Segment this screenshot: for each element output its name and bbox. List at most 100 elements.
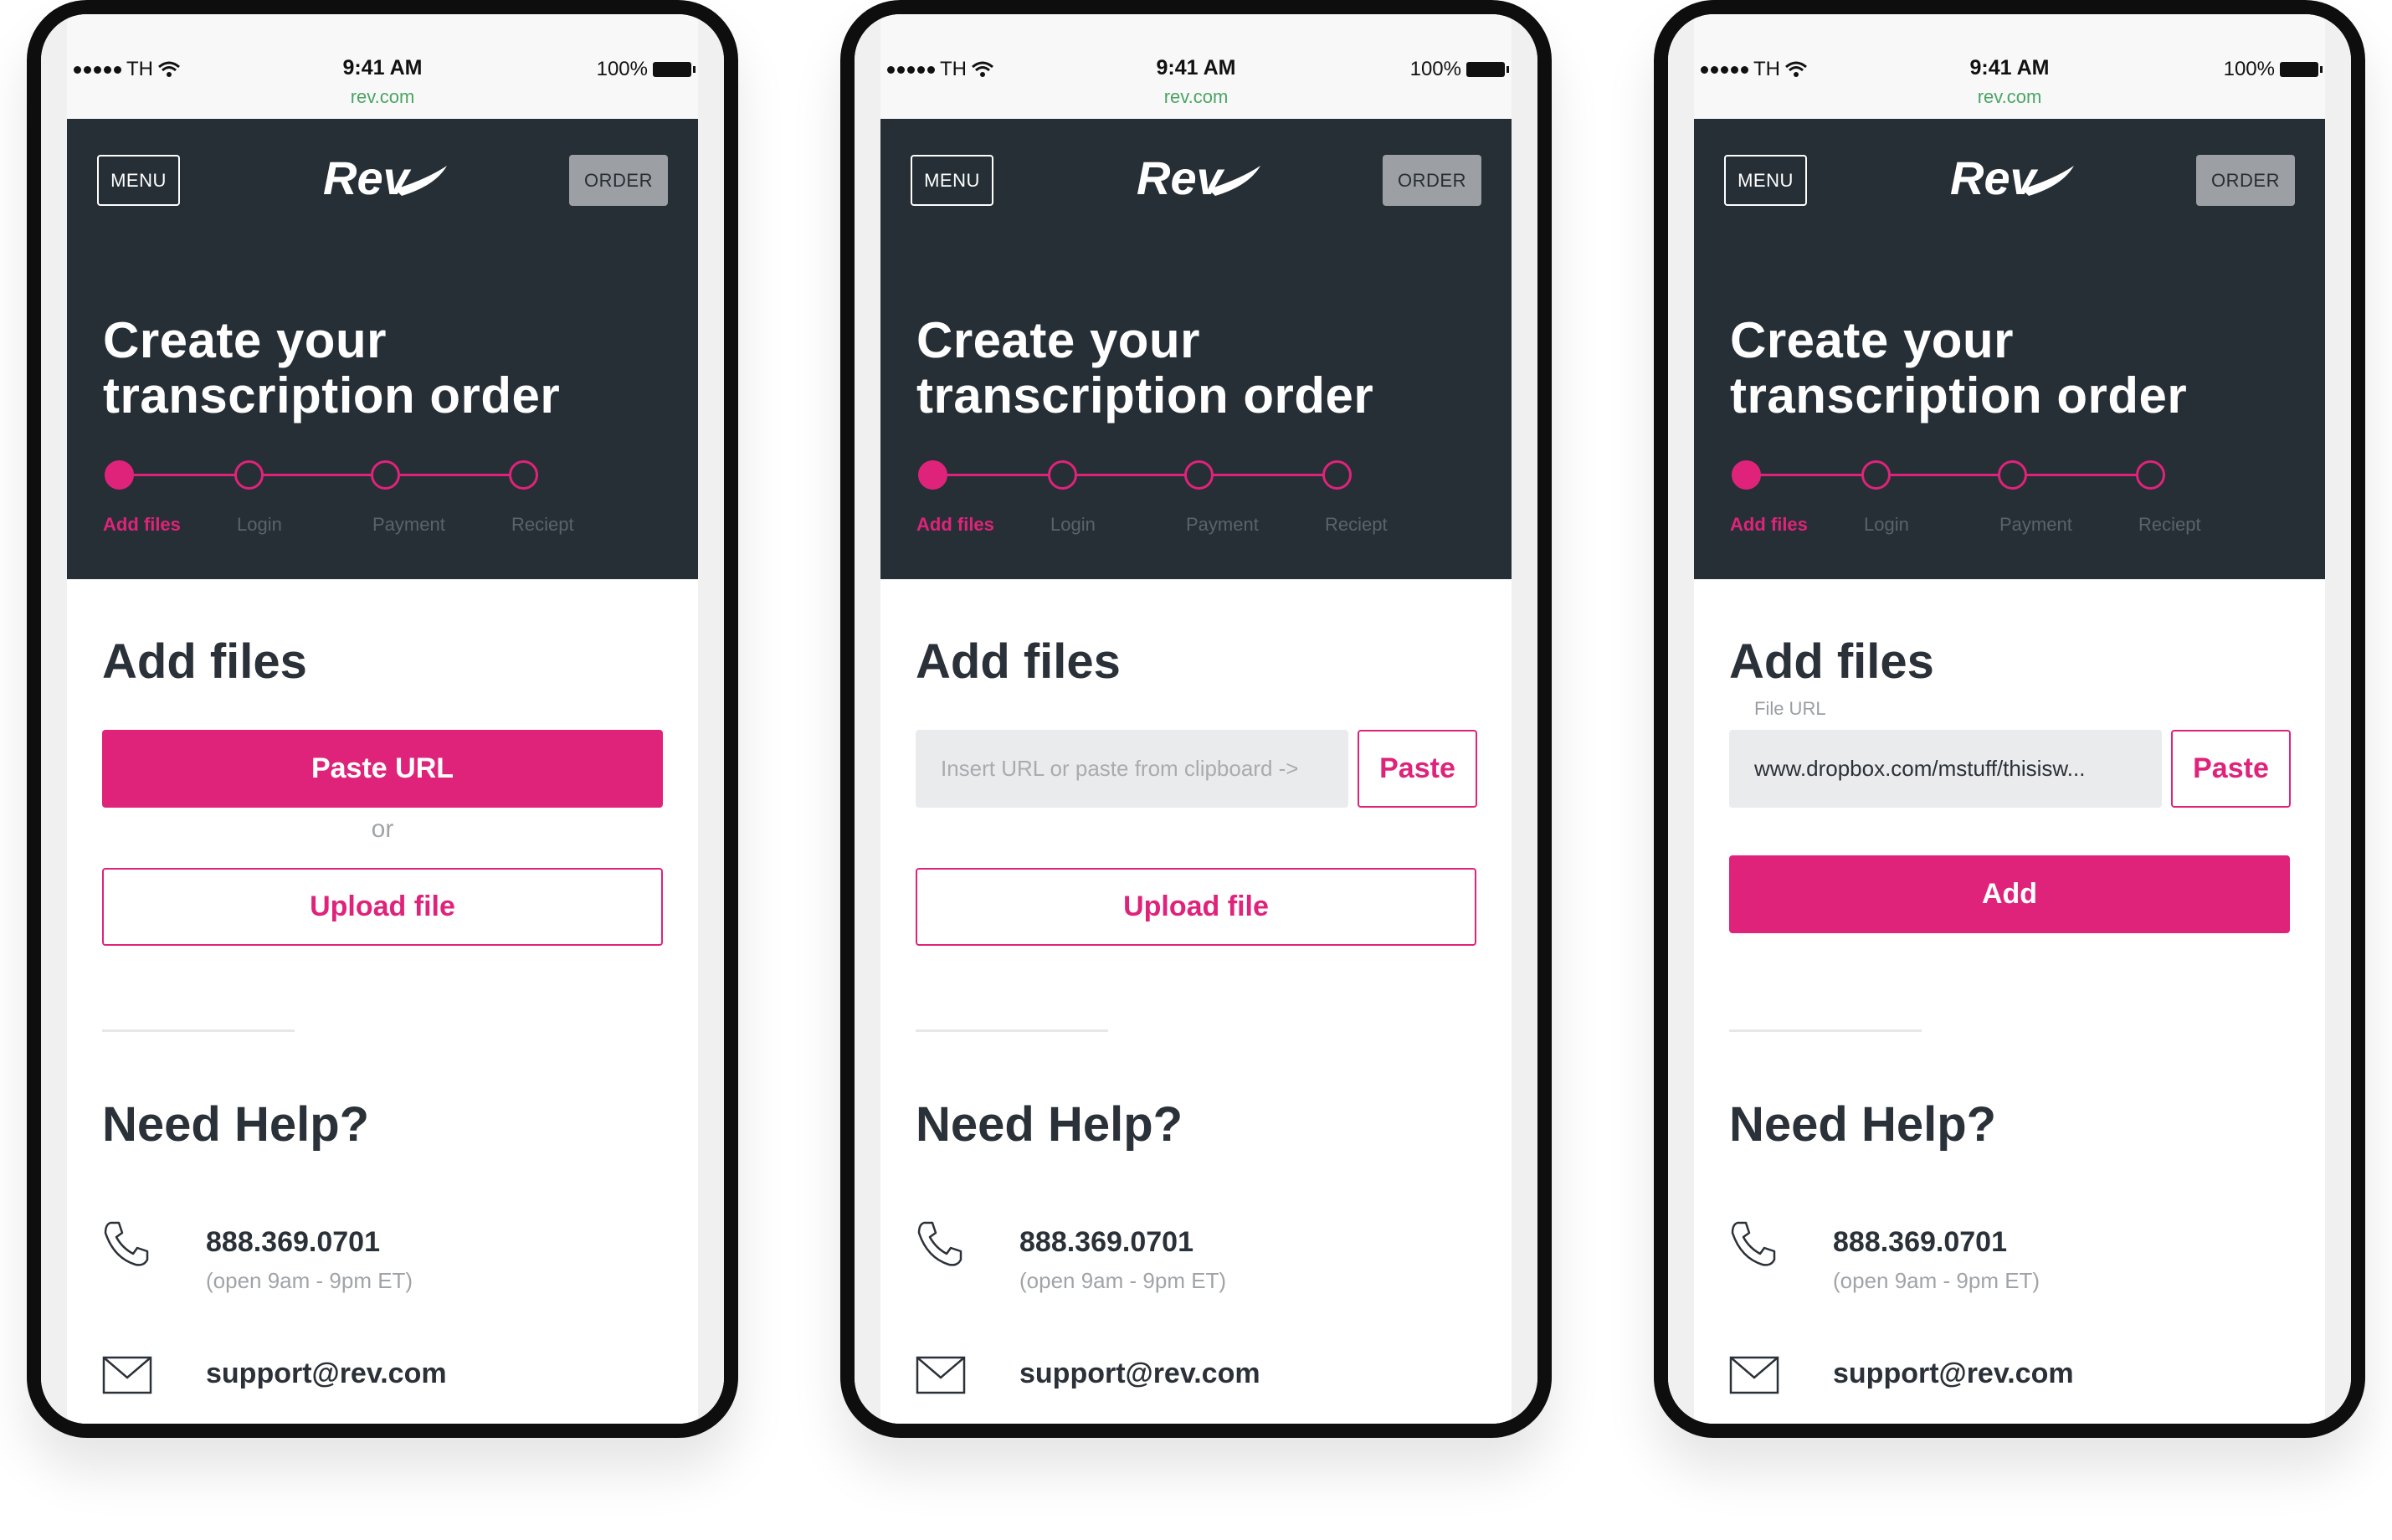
mail-icon <box>916 1356 966 1394</box>
phone-screen: TH 9:41 AM rev.com 100% MENU Rev ORDER C… <box>880 14 1512 1424</box>
hero-header: MENU Rev ORDER Create your transcription… <box>880 119 1512 579</box>
hero-header: MENU Rev ORDER Create your transcription… <box>1694 119 2325 579</box>
battery-status: 100% <box>596 58 696 81</box>
step-connector <box>1759 474 1872 476</box>
step-label-login: Login <box>1050 514 1096 535</box>
step-label-payment: Payment <box>1186 514 1259 535</box>
url-input[interactable]: Insert URL or paste from clipboard -> <box>916 730 1348 808</box>
bezel-right <box>1512 14 1537 1424</box>
step-dot-login <box>1861 460 1891 490</box>
address-url[interactable]: rev.com <box>1694 86 2325 108</box>
bezel-right <box>2325 14 2351 1424</box>
step-connector <box>1075 474 1197 476</box>
support-email[interactable]: support@rev.com <box>1833 1358 2074 1390</box>
phone-screen: TH 9:41 AM rev.com 100% MENU Rev ORDER C… <box>1694 14 2325 1424</box>
support-email[interactable]: support@rev.com <box>1019 1358 1260 1390</box>
order-stepper: Add files Login Payment Reciept <box>1730 454 2249 537</box>
step-dot-payment <box>1998 460 2027 490</box>
status-bar: TH 9:41 AM rev.com 100% <box>1694 14 2325 119</box>
address-url[interactable]: rev.com <box>880 86 1512 108</box>
file-url-input[interactable]: www.dropbox.com/mstuff/thisisw... <box>1729 730 2162 808</box>
support-email[interactable]: support@rev.com <box>206 1358 447 1390</box>
title-line-1: Create your <box>916 312 1200 368</box>
or-separator: or <box>371 815 394 843</box>
step-dot-payment <box>371 460 400 490</box>
phone-mockup-2: TH 9:41 AM rev.com 100% MENU Rev ORDER C… <box>840 0 1552 1438</box>
logo-text: Rev <box>1137 151 1225 204</box>
mail-icon <box>1729 1356 1779 1394</box>
step-connector <box>1214 474 1335 476</box>
order-button[interactable]: ORDER <box>2196 155 2295 206</box>
battery-icon <box>1466 62 1509 77</box>
rev-logo[interactable]: Rev <box>1132 146 1265 213</box>
step-label-receipt: Reciept <box>511 514 574 535</box>
step-dot-receipt <box>1322 460 1352 490</box>
file-url-label: File URL <box>1754 698 1826 719</box>
rev-logo[interactable]: Rev <box>1945 146 2079 213</box>
step-dot-login <box>1048 460 1077 490</box>
support-phone[interactable]: 888.369.0701 <box>1833 1226 2007 1259</box>
step-connector <box>946 474 1059 476</box>
title-line-1: Create your <box>103 312 387 368</box>
rev-logo[interactable]: Rev <box>318 146 452 213</box>
need-help-heading: Need Help? <box>1729 1097 1997 1152</box>
step-dot-receipt <box>509 460 538 490</box>
support-phone[interactable]: 888.369.0701 <box>1019 1226 1193 1259</box>
menu-button[interactable]: MENU <box>97 155 180 206</box>
title-line-2: transcription order <box>1730 367 2188 424</box>
phone-icon <box>917 1221 962 1266</box>
support-hours: (open 9am - 9pm ET) <box>206 1268 413 1293</box>
battery-status: 100% <box>2223 58 2323 81</box>
step-label-login: Login <box>237 514 282 535</box>
phone-mockup-3: TH 9:41 AM rev.com 100% MENU Rev ORDER C… <box>1654 0 2365 1438</box>
upload-file-button[interactable]: Upload file <box>102 868 663 946</box>
step-label-payment: Payment <box>372 514 445 535</box>
menu-button[interactable]: MENU <box>1724 155 1807 206</box>
hero-header: MENU Rev ORDER Create your transcription… <box>67 119 698 579</box>
upload-file-button[interactable]: Upload file <box>916 868 1476 946</box>
step-dot-payment <box>1184 460 1214 490</box>
phone-mockup-1: TH 9:41 AM rev.com 100% MENU Rev ORDER C… <box>27 0 738 1438</box>
step-connector <box>132 474 245 476</box>
order-button[interactable]: ORDER <box>1383 155 1481 206</box>
mail-icon <box>102 1356 152 1394</box>
need-help-heading: Need Help? <box>916 1097 1183 1152</box>
status-bar: TH 9:41 AM rev.com 100% <box>880 14 1512 119</box>
page-title: Create your transcription order <box>916 313 1486 424</box>
order-stepper: Add files Login Payment Reciept <box>103 454 622 537</box>
page-title: Create your transcription order <box>1730 313 2299 424</box>
menu-button[interactable]: MENU <box>911 155 993 206</box>
main-content: Add files File URL www.dropbox.com/mstuf… <box>1694 579 2325 1424</box>
step-dot-add-files <box>918 460 947 490</box>
phone-icon <box>104 1221 149 1266</box>
step-dot-add-files <box>1732 460 1761 490</box>
section-divider <box>916 1029 1108 1032</box>
add-files-heading: Add files <box>1729 634 1934 689</box>
battery-icon <box>653 62 696 77</box>
title-line-1: Create your <box>1730 312 2014 368</box>
step-dot-add-files <box>105 460 134 490</box>
battery-icon <box>2280 62 2323 77</box>
section-divider <box>102 1029 295 1032</box>
order-stepper: Add files Login Payment Reciept <box>916 454 1435 537</box>
battery-percent: 100% <box>596 58 648 80</box>
main-content: Add files Insert URL or paste from clipb… <box>880 579 1512 1424</box>
title-line-2: transcription order <box>103 367 561 424</box>
support-phone[interactable]: 888.369.0701 <box>206 1226 380 1259</box>
paste-button[interactable]: Paste <box>2171 730 2291 808</box>
paste-button[interactable]: Paste <box>1358 730 1477 808</box>
title-line-2: transcription order <box>916 367 1374 424</box>
paste-url-button[interactable]: Paste URL <box>102 730 663 808</box>
order-button[interactable]: ORDER <box>569 155 668 206</box>
add-button[interactable]: Add <box>1729 855 2290 933</box>
address-url[interactable]: rev.com <box>67 86 698 108</box>
add-files-heading: Add files <box>102 634 307 689</box>
step-label-receipt: Reciept <box>2138 514 2201 535</box>
battery-percent: 100% <box>2223 58 2275 80</box>
step-connector <box>262 474 383 476</box>
phone-icon <box>1731 1221 1776 1266</box>
step-label-login: Login <box>1864 514 1909 535</box>
page-title: Create your transcription order <box>103 313 672 424</box>
need-help-heading: Need Help? <box>102 1097 370 1152</box>
step-dot-receipt <box>2136 460 2165 490</box>
